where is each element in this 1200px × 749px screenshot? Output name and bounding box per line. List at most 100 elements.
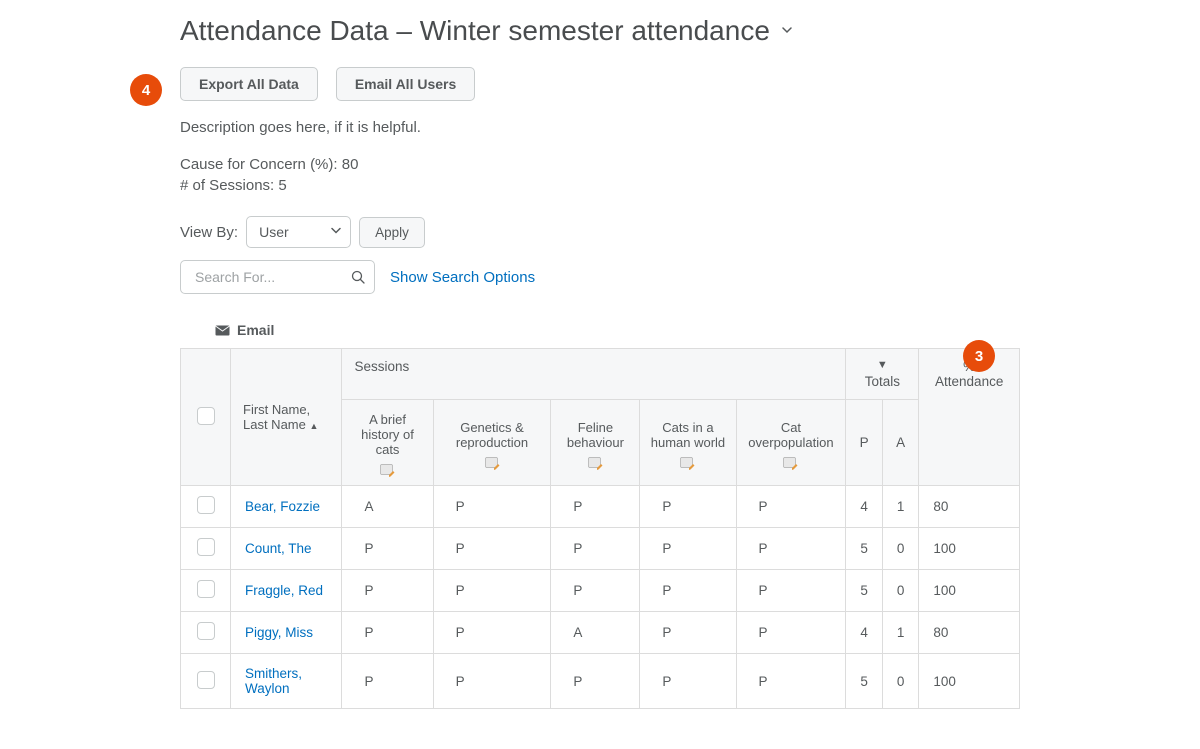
user-link[interactable]: Smithers, Waylon xyxy=(245,666,302,696)
session-edit-icon[interactable] xyxy=(783,457,798,470)
session-3-label: Feline behaviour xyxy=(567,420,624,450)
table-row: Piggy, Miss P P A P P 4 1 80 xyxy=(181,612,1020,654)
search-icon[interactable] xyxy=(351,270,365,284)
session-edit-icon[interactable] xyxy=(485,457,500,470)
session-mark: P xyxy=(342,654,433,709)
total-present-cell: 5 xyxy=(846,570,883,612)
sessions-count-text: # of Sessions: 5 xyxy=(180,177,1020,194)
session-mark: P xyxy=(551,654,640,709)
row-checkbox[interactable] xyxy=(197,622,215,640)
session-mark: P xyxy=(736,528,846,570)
total-present-cell: 5 xyxy=(846,654,883,709)
session-mark: P xyxy=(736,570,846,612)
show-search-options-link[interactable]: Show Search Options xyxy=(390,269,535,286)
name-column-header[interactable]: First Name, Last Name ▲ xyxy=(231,349,342,486)
session-mark: P xyxy=(433,612,551,654)
select-all-column xyxy=(181,349,231,486)
session-mark: P xyxy=(433,570,551,612)
apply-button[interactable]: Apply xyxy=(359,217,425,248)
row-checkbox[interactable] xyxy=(197,538,215,556)
pct-attendance-cell: 100 xyxy=(919,570,1020,612)
table-row: Fraggle, Red P P P P P 5 0 100 xyxy=(181,570,1020,612)
session-4-label: Cats in a human world xyxy=(651,420,725,450)
sessions-header: Sessions xyxy=(342,349,846,400)
pct-attendance-cell: 100 xyxy=(919,528,1020,570)
session-mark: P xyxy=(736,612,846,654)
session-mark: P xyxy=(640,486,736,528)
row-checkbox[interactable] xyxy=(197,496,215,514)
session-mark: P xyxy=(433,486,551,528)
total-absent-cell: 0 xyxy=(882,654,919,709)
attendance-table: First Name, Last Name ▲ Sessions ▼ Total… xyxy=(180,348,1020,709)
first-name-header: First Name, xyxy=(243,402,310,417)
session-mark: P xyxy=(342,528,433,570)
total-absent-cell: 1 xyxy=(882,486,919,528)
title-dropdown-icon[interactable] xyxy=(782,24,792,38)
total-absent-header[interactable]: A xyxy=(882,400,919,486)
session-mark: P xyxy=(736,654,846,709)
table-row: Smithers, Waylon P P P P P 5 0 100 xyxy=(181,654,1020,709)
session-mark: P xyxy=(640,654,736,709)
session-col-1[interactable]: A brief history of cats xyxy=(342,400,433,486)
user-link[interactable]: Count, The xyxy=(245,541,312,556)
session-mark: P xyxy=(640,612,736,654)
total-present-header[interactable]: P xyxy=(846,400,883,486)
description-text: Description goes here, if it is helpful. xyxy=(180,119,1020,136)
table-row: Count, The P P P P P 5 0 100 xyxy=(181,528,1020,570)
session-col-5[interactable]: Cat overpopulation xyxy=(736,400,846,486)
session-mark: P xyxy=(342,570,433,612)
session-2-label: Genetics & reproduction xyxy=(456,420,528,450)
session-mark: P xyxy=(640,570,736,612)
export-all-data-button[interactable]: Export All Data xyxy=(180,67,318,101)
totals-header-label: Totals xyxy=(865,374,900,389)
total-present-cell: 4 xyxy=(846,486,883,528)
page-title: Attendance Data – Winter semester attend… xyxy=(180,15,770,47)
session-mark: P xyxy=(736,486,846,528)
totals-header[interactable]: ▼ Totals xyxy=(846,349,919,400)
total-present-cell: 5 xyxy=(846,528,883,570)
email-action-link[interactable]: Email xyxy=(215,322,274,338)
session-mark: P xyxy=(551,486,640,528)
table-row: Bear, Fozzie A P P P P 4 1 80 xyxy=(181,486,1020,528)
session-mark: P xyxy=(640,528,736,570)
session-col-4[interactable]: Cats in a human world xyxy=(640,400,736,486)
envelope-icon xyxy=(215,325,230,336)
session-mark: P xyxy=(551,570,640,612)
total-present-cell: 4 xyxy=(846,612,883,654)
total-absent-cell: 0 xyxy=(882,528,919,570)
annotation-3-marker: 3 xyxy=(963,340,995,372)
last-name-header: Last Name xyxy=(243,417,306,432)
session-mark: P xyxy=(342,612,433,654)
session-edit-icon[interactable] xyxy=(588,457,603,470)
user-link[interactable]: Bear, Fozzie xyxy=(245,499,320,514)
user-link[interactable]: Piggy, Miss xyxy=(245,625,313,640)
session-col-3[interactable]: Feline behaviour xyxy=(551,400,640,486)
select-all-checkbox[interactable] xyxy=(197,407,215,425)
email-action-label: Email xyxy=(237,322,274,338)
page-title-container: Attendance Data – Winter semester attend… xyxy=(180,15,1020,47)
session-mark: P xyxy=(551,528,640,570)
total-absent-cell: 0 xyxy=(882,570,919,612)
session-edit-icon[interactable] xyxy=(380,464,395,477)
cause-for-concern-text: Cause for Concern (%): 80 xyxy=(180,156,1020,173)
session-mark: A xyxy=(342,486,433,528)
row-checkbox[interactable] xyxy=(197,580,215,598)
session-mark: P xyxy=(433,654,551,709)
pct-attendance-cell: 80 xyxy=(919,486,1020,528)
email-all-users-button[interactable]: Email All Users xyxy=(336,67,475,101)
user-link[interactable]: Fraggle, Red xyxy=(245,583,323,598)
total-absent-cell: 1 xyxy=(882,612,919,654)
session-col-2[interactable]: Genetics & reproduction xyxy=(433,400,551,486)
annotation-4-marker: 4 xyxy=(130,74,162,106)
view-by-label: View By: xyxy=(180,224,238,241)
pct-attendance-cell: 100 xyxy=(919,654,1020,709)
search-input[interactable] xyxy=(180,260,375,294)
session-mark: P xyxy=(433,528,551,570)
totals-dropdown-icon: ▼ xyxy=(858,359,906,371)
session-5-label: Cat overpopulation xyxy=(748,420,833,450)
view-by-select[interactable]: User xyxy=(246,216,351,248)
session-edit-icon[interactable] xyxy=(680,457,695,470)
session-1-label: A brief history of cats xyxy=(361,412,414,457)
sort-ascending-icon: ▲ xyxy=(310,421,319,431)
pct-attendance-cell: 80 xyxy=(919,612,1020,654)
